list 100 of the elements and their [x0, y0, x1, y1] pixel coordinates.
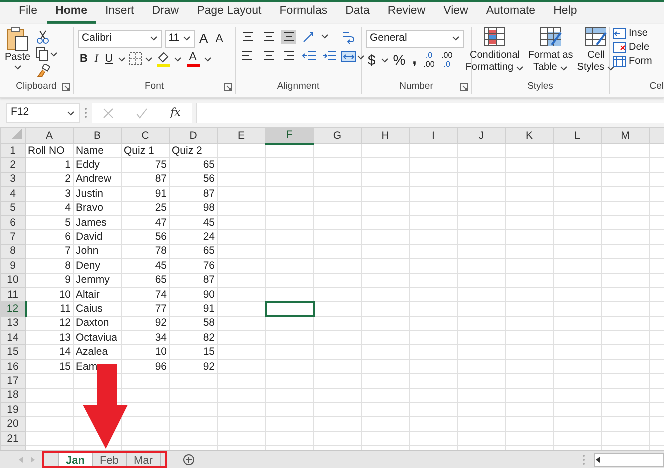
ribbon-tab[interactable]: Insert [96, 2, 144, 24]
horizontal-scrollbar[interactable] [594, 452, 664, 466]
conditional-formatting-button[interactable]: Conditional Formatting [464, 27, 526, 80]
column-header[interactable]: L [554, 128, 602, 144]
table-cell: David [74, 230, 122, 244]
scroll-left-icon[interactable] [595, 456, 601, 464]
row-header[interactable]: 2 [0, 158, 26, 172]
row-header[interactable]: 12 [0, 302, 26, 316]
table-cell: 87 [170, 273, 218, 288]
check-icon[interactable] [136, 108, 148, 118]
row-header[interactable]: 10 [0, 273, 26, 288]
row-header[interactable]: 6 [0, 215, 26, 230]
decrease-indent-icon[interactable] [302, 49, 316, 64]
italic-button[interactable]: I [92, 51, 100, 67]
active-cell[interactable] [266, 302, 314, 316]
group-label: Font [144, 80, 164, 94]
bottom-align-icon[interactable] [281, 30, 296, 44]
table-cell: 91 [170, 302, 218, 316]
dialog-launcher-icon[interactable] [224, 83, 232, 91]
insert-function-button[interactable]: fx [170, 104, 181, 122]
font-name-dropdown[interactable]: Calibri [78, 30, 162, 48]
scissors-icon[interactable] [36, 30, 50, 44]
increase-decimal-button[interactable]: .0 .00 [422, 50, 437, 70]
ribbon-tab[interactable]: Formulas [270, 2, 337, 24]
column-header[interactable]: A [26, 128, 74, 144]
row-header[interactable]: 16 [0, 359, 26, 374]
drag-handle-icon[interactable] [84, 106, 88, 120]
row-header[interactable]: 13 [0, 316, 26, 331]
delete-cells-button[interactable]: Dele [612, 41, 654, 55]
ribbon-tab[interactable]: Page Layout [188, 2, 271, 24]
wrap-text-icon[interactable] [341, 30, 356, 45]
column-header[interactable]: B [74, 128, 122, 144]
column-header[interactable]: C [122, 128, 170, 144]
bold-button[interactable]: B [78, 51, 90, 67]
column-header[interactable]: H [362, 128, 410, 144]
merge-cells-icon[interactable] [341, 50, 357, 64]
column-header[interactable]: J [458, 128, 506, 144]
dialog-launcher-icon[interactable] [460, 83, 468, 91]
row-header[interactable]: 17 [0, 374, 26, 388]
row-header[interactable]: 9 [0, 258, 26, 274]
formula-input[interactable] [196, 103, 664, 123]
row-header[interactable]: 1 [0, 144, 26, 158]
top-align-icon[interactable] [240, 30, 255, 44]
sheet-tab[interactable]: Mar [126, 453, 160, 466]
table-cell: 82 [170, 330, 218, 345]
sheet-tab[interactable]: Jan [58, 453, 92, 466]
align-right-icon[interactable] [281, 49, 296, 64]
row-header[interactable]: 19 [0, 402, 26, 417]
column-header[interactable]: M [602, 128, 650, 144]
increase-indent-icon[interactable] [322, 49, 337, 64]
table-cell: 34 [122, 330, 170, 345]
fill-color-icon[interactable] [156, 51, 172, 67]
comma-style-button[interactable]: , [410, 53, 419, 67]
grow-font-button[interactable]: A [198, 30, 212, 47]
row-header[interactable]: 18 [0, 388, 26, 403]
row-header[interactable]: 8 [0, 244, 26, 259]
align-left-icon[interactable] [240, 49, 255, 64]
ribbon-tab[interactable]: Review [378, 2, 435, 24]
underline-button[interactable]: U [103, 51, 116, 67]
sheet-tab[interactable]: Feb [92, 453, 126, 466]
add-sheet-icon[interactable] [182, 454, 195, 466]
column-header[interactable]: I [410, 128, 458, 144]
row-header[interactable]: 7 [0, 230, 26, 244]
column-header[interactable]: K [506, 128, 554, 144]
column-header[interactable]: G [314, 128, 362, 144]
column-header[interactable]: D [170, 128, 218, 144]
insert-cells-button[interactable]: Inse [612, 27, 654, 41]
row-header[interactable]: 14 [0, 330, 26, 345]
row-header[interactable]: 11 [0, 287, 26, 302]
paste-button[interactable]: Paste [4, 27, 32, 80]
ribbon-tab[interactable]: View [434, 2, 478, 24]
ribbon-tab[interactable]: Help [544, 2, 586, 24]
row-header[interactable]: 3 [0, 172, 26, 187]
column-header[interactable]: F [266, 128, 314, 144]
number-format-dropdown[interactable]: General [366, 30, 464, 48]
paintbrush-icon[interactable] [36, 64, 50, 78]
font-color-button[interactable]: A [184, 50, 202, 68]
format-cells-button[interactable]: Form [612, 55, 654, 69]
ribbon-tab[interactable]: Automate [477, 2, 545, 24]
borders-icon[interactable] [128, 52, 143, 66]
shrink-font-button[interactable]: A [214, 30, 226, 47]
format-as-table-button[interactable]: Format as Table [527, 27, 574, 80]
row-header[interactable]: 15 [0, 344, 26, 360]
row-header[interactable]: 21 [0, 431, 26, 446]
decrease-decimal-button[interactable]: .00 .0 [440, 50, 455, 70]
percent-button[interactable]: % [391, 52, 408, 68]
dialog-launcher-icon[interactable] [62, 83, 70, 91]
table-cell: 47 [122, 215, 170, 230]
ribbon-tab[interactable]: File [10, 2, 47, 24]
currency-button[interactable]: $ [366, 52, 378, 68]
row-header[interactable]: 4 [0, 186, 26, 202]
ribbon-tab[interactable]: Data [336, 2, 379, 24]
name-box[interactable]: F12 [6, 103, 80, 123]
row-header[interactable]: 20 [0, 416, 26, 432]
copy-icon[interactable] [36, 46, 50, 62]
column-header[interactable]: E [218, 128, 266, 144]
ribbon-tab[interactable]: Draw [143, 2, 188, 24]
font-size-dropdown[interactable]: 11 [164, 30, 195, 48]
orientation-icon[interactable] [302, 30, 316, 44]
row-header[interactable]: 5 [0, 201, 26, 216]
